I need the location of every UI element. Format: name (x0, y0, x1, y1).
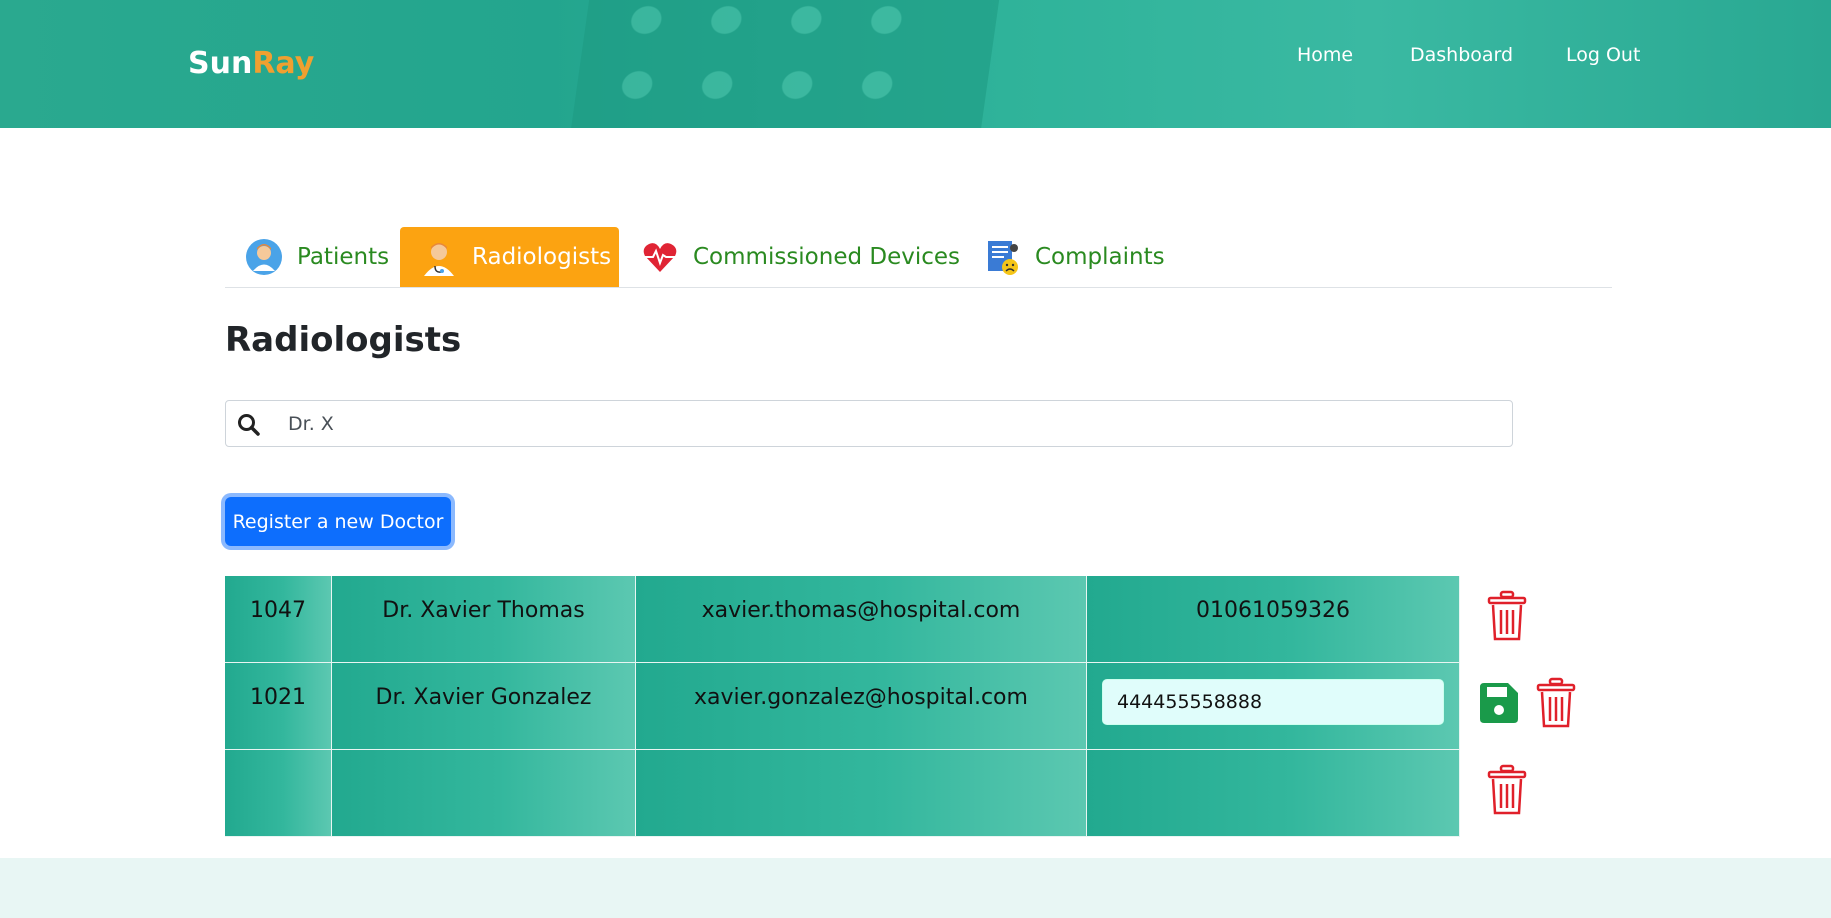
cell-phone: 01061059326 (1087, 576, 1460, 663)
tab-patients[interactable]: Patients (225, 227, 395, 287)
brand-logo[interactable]: SunRay (188, 46, 314, 81)
nav-logout-link[interactable]: Log Out (1566, 44, 1640, 66)
tab-complaints[interactable]: Complaints (963, 227, 1165, 287)
doctor-avatar-icon (420, 238, 458, 276)
cell-email: xavier.gonzalez@hospital.com (636, 663, 1087, 750)
cell-id (225, 750, 332, 837)
tab-radiologists[interactable]: Radiologists (400, 227, 619, 287)
cell-email (636, 750, 1087, 837)
cell-id: 1047 (225, 576, 332, 663)
search-input[interactable] (286, 407, 1490, 441)
nav-home-link[interactable]: Home (1297, 44, 1353, 66)
cell-name: Dr. Xavier Thomas (332, 576, 636, 663)
page-title: Radiologists (225, 320, 462, 360)
delete-trash-icon[interactable] (1487, 764, 1527, 820)
nav-dashboard-link[interactable]: Dashboard (1410, 44, 1513, 66)
save-floppy-icon[interactable] (1476, 681, 1520, 729)
xray-background-image (569, 0, 1001, 128)
tab-complaints-label: Complaints (1035, 244, 1165, 270)
heart-pulse-icon (641, 238, 679, 276)
delete-trash-icon[interactable] (1536, 677, 1576, 733)
tab-patients-label: Patients (297, 244, 390, 270)
cell-email: xavier.thomas@hospital.com (636, 576, 1087, 663)
phone-edit-input[interactable] (1102, 679, 1444, 725)
cell-id: 1021 (225, 663, 332, 750)
search-box (225, 400, 1513, 447)
footer-band (0, 858, 1831, 918)
search-icon (236, 412, 262, 438)
top-header: SunRay Home Dashboard Log Out (0, 0, 1831, 128)
tab-commissioned-devices[interactable]: Commissioned Devices (621, 227, 961, 287)
patient-avatar-icon (245, 238, 283, 276)
cell-name: Dr. Xavier Gonzalez (332, 663, 636, 750)
cell-name (332, 750, 636, 837)
tab-commissioned-devices-label: Commissioned Devices (693, 244, 961, 270)
tab-radiologists-label: Radiologists (472, 244, 612, 270)
complaint-document-icon (983, 238, 1021, 276)
cell-phone (1087, 750, 1460, 837)
section-tabs: Patients Radiologists Commissioned Devic… (225, 227, 1612, 288)
delete-trash-icon[interactable] (1487, 590, 1527, 646)
cell-phone-editing (1087, 663, 1460, 750)
register-doctor-button[interactable]: Register a new Doctor (225, 497, 451, 546)
